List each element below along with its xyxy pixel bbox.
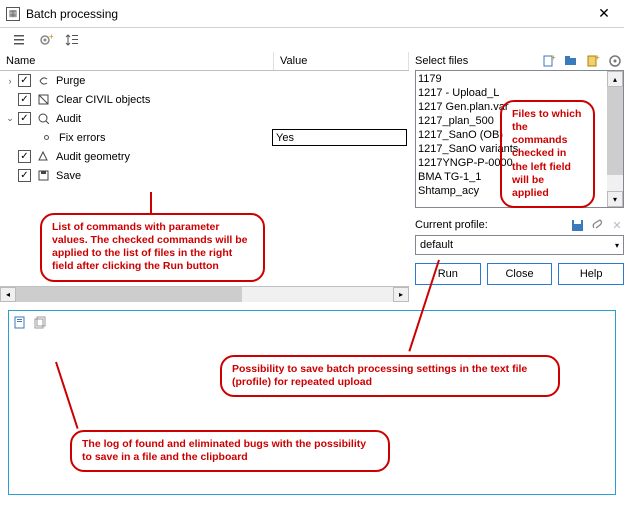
profile-selected-value: default [420, 239, 615, 251]
audit-checkbox[interactable]: ✓ [18, 112, 31, 125]
audit-geom-label: Audit geometry [54, 151, 409, 163]
list-item[interactable]: 1217 Gen.plan.var [418, 100, 605, 114]
command-icon [37, 93, 50, 106]
audit-label: Audit [54, 113, 409, 125]
list-item[interactable]: 1179 [418, 72, 605, 86]
close-button[interactable]: Close [487, 263, 553, 285]
command-icon [37, 150, 50, 163]
value-column-header[interactable]: Value [274, 52, 409, 70]
profile-delete-icon[interactable]: ✕ [610, 218, 624, 232]
purge-checkbox[interactable]: ✓ [18, 74, 31, 87]
scroll-down-icon[interactable]: ▾ [607, 191, 623, 207]
svg-text:+: + [49, 33, 53, 41]
param-icon [40, 131, 53, 144]
scroll-left-icon[interactable]: ◂ [0, 287, 16, 302]
save-label: Save [54, 170, 409, 182]
vertical-scrollbar[interactable]: ▴ ▾ [607, 71, 623, 207]
fix-errors-value-input[interactable]: Yes [272, 129, 407, 146]
app-icon: ▦ [6, 7, 20, 21]
clear-civil-label: Clear CIVIL objects [54, 94, 409, 106]
scroll-up-icon[interactable]: ▴ [607, 71, 623, 87]
files-add-single-icon[interactable]: + [542, 54, 556, 68]
profile-select[interactable]: default ▾ [415, 235, 624, 255]
svg-text:+: + [551, 54, 556, 62]
command-icon [37, 169, 50, 182]
chevron-down-icon: ▾ [615, 241, 619, 250]
list-item[interactable]: 1217_plan_500 [418, 114, 605, 128]
profile-save-icon[interactable] [570, 218, 584, 232]
command-tree[interactable]: › ✓ Purge ✓ Clear CIVIL objects ⌄ ✓ Audi… [0, 71, 409, 286]
svg-text:+: + [595, 54, 600, 62]
files-add-list-icon[interactable]: + [586, 54, 600, 68]
list-item[interactable]: 1217_SanO (OB) [418, 128, 605, 142]
list-item[interactable]: 1217YNGP-P-0000 [418, 156, 605, 170]
command-icon [37, 74, 50, 87]
categorize-icon[interactable] [12, 32, 28, 48]
log-save-icon[interactable] [13, 315, 27, 329]
expander-icon[interactable]: › [4, 76, 16, 86]
window-title: Batch processing [26, 7, 584, 21]
horizontal-scrollbar[interactable]: ◂ ▸ [0, 286, 409, 302]
collapse-expand-icon[interactable] [64, 32, 80, 48]
file-list[interactable]: 1179 1217 - Upload_L 1217 Gen.plan.var 1… [416, 71, 607, 207]
fix-errors-label: Fix errors [57, 132, 272, 144]
help-button[interactable]: Help [558, 263, 624, 285]
files-add-folder-icon[interactable] [564, 54, 578, 68]
expander-icon[interactable]: ⌄ [4, 113, 16, 124]
list-item[interactable]: Shtamp_acy [418, 184, 605, 198]
command-icon [37, 112, 50, 125]
run-button[interactable]: Run [415, 263, 481, 285]
list-item[interactable]: BMA TG-1_1 [418, 170, 605, 184]
clear-civil-checkbox[interactable]: ✓ [18, 93, 31, 106]
purge-label: Purge [54, 75, 409, 87]
list-item[interactable]: 1217 - Upload_L [418, 86, 605, 100]
scroll-right-icon[interactable]: ▸ [393, 287, 409, 302]
list-item[interactable]: 1217_SanO variants [418, 142, 605, 156]
gear-add-icon[interactable]: + [38, 32, 54, 48]
files-settings-icon[interactable] [608, 54, 622, 68]
current-profile-label: Current profile: [415, 219, 564, 231]
audit-geom-checkbox[interactable]: ✓ [18, 150, 31, 163]
log-copy-icon[interactable] [33, 315, 47, 329]
select-files-label: Select files [415, 55, 542, 67]
log-panel[interactable] [8, 310, 616, 495]
name-column-header[interactable]: Name [0, 52, 274, 70]
profile-attach-icon[interactable] [590, 218, 604, 232]
save-checkbox[interactable]: ✓ [18, 169, 31, 182]
close-window-button[interactable]: ✕ [584, 0, 624, 28]
